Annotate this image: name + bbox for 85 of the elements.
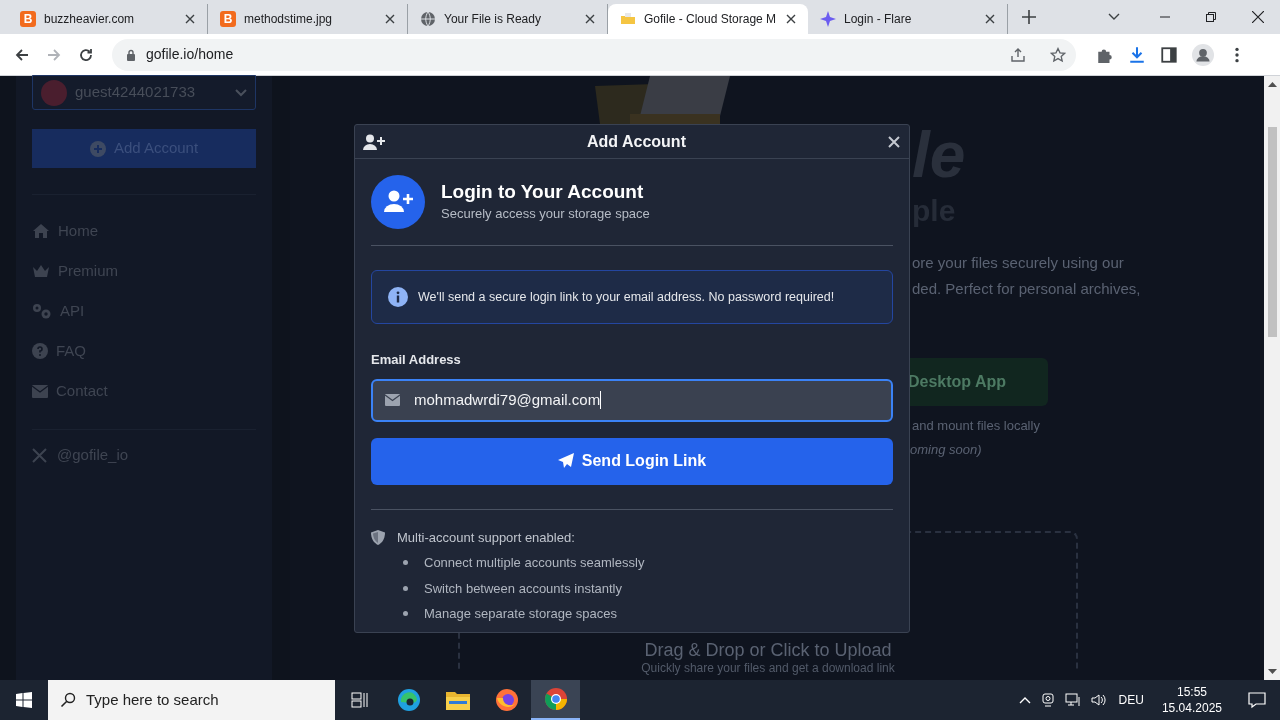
dialog-subheading: Securely access your storage space	[441, 205, 650, 224]
url-text: gofile.io/home	[146, 45, 235, 64]
bullet-icon	[403, 560, 408, 566]
close-icon[interactable]	[985, 14, 995, 24]
lock-icon	[126, 48, 136, 61]
envelope-icon	[32, 384, 48, 398]
desktop-note: and mount files locally	[912, 417, 1040, 435]
paper-plane-icon	[557, 453, 574, 469]
restore-icon[interactable]	[1206, 12, 1216, 22]
address-bar[interactable]: gofile.io/home	[112, 38, 1076, 71]
crown-icon	[32, 263, 50, 279]
user-plus-icon	[363, 133, 385, 150]
dialog-title: Add Account	[586, 131, 687, 152]
shield-icon	[371, 529, 385, 545]
favicon: B	[220, 11, 236, 27]
hero-description: ore your files securely using our	[912, 254, 1125, 272]
bullet-icon	[403, 611, 408, 617]
tab-title: Gofile - Cloud Storage M	[644, 11, 778, 28]
taskbar-search-field[interactable]: Type here to search	[48, 680, 335, 720]
scroll-down-icon[interactable]	[1267, 669, 1277, 675]
desktop-status: oming soon)	[910, 440, 982, 459]
tab-title: Your File is Ready	[444, 11, 542, 28]
info-text: We'll send a secure login link to your email address. No password required!	[418, 288, 835, 306]
close-icon[interactable]	[786, 14, 796, 24]
clock-date: 15.04.2025	[1161, 700, 1222, 716]
chrome-icon	[543, 687, 568, 711]
side-panel-icon[interactable]	[1160, 45, 1178, 64]
profile-icon[interactable]	[1192, 43, 1214, 66]
folder-icon	[445, 690, 470, 710]
share-icon[interactable]	[1010, 46, 1026, 63]
upload-title: Drag & Drop or Click to Upload	[644, 639, 892, 661]
house-icon	[32, 223, 50, 239]
download-icon[interactable]	[1128, 45, 1146, 64]
close-icon[interactable]	[385, 14, 395, 24]
language-indicator[interactable]: DEU	[1118, 691, 1144, 709]
plus-circle-icon	[89, 140, 106, 157]
webcam-icon[interactable]	[1040, 693, 1055, 707]
firefox-icon	[494, 688, 519, 712]
search-icon	[60, 692, 76, 708]
scrollbar-thumb[interactable]	[1267, 127, 1277, 337]
taskbar-app[interactable]	[531, 680, 580, 720]
folder-icon	[620, 11, 636, 27]
feature-text: Connect multiple accounts seamlessly	[424, 554, 645, 572]
send-login-link-button[interactable]: Send Login Link	[371, 437, 893, 485]
bookmark-star-icon[interactable]	[1050, 46, 1066, 63]
chevron-up-icon[interactable]	[1018, 696, 1031, 704]
notification-icon[interactable]	[1248, 691, 1266, 709]
globe-icon	[420, 11, 436, 27]
close-icon[interactable]	[585, 14, 595, 24]
info-icon	[388, 287, 408, 307]
envelope-icon	[385, 394, 400, 406]
edge-icon	[396, 688, 421, 712]
task-view-icon	[350, 692, 369, 708]
new-tab-icon[interactable]	[1022, 10, 1036, 24]
email-input-field[interactable]: mohmadwrdi79@gmail.com	[371, 378, 893, 422]
dialog-heading: Login to Your Account	[441, 180, 645, 205]
upload-hint: Quickly share your files and get a download link	[641, 662, 895, 675]
scroll-up-icon[interactable]	[1267, 81, 1277, 87]
x-logo-icon	[32, 447, 47, 463]
tab-title: methodstime.jpg	[244, 11, 334, 28]
bullet-icon	[403, 585, 408, 591]
email-value: mohmadwrdi79@gmail.com	[414, 389, 601, 410]
sparkle-icon	[820, 11, 836, 27]
browser-tab[interactable]: Gofile - Cloud Storage M	[608, 4, 808, 34]
clock[interactable]: 15:55 15.04.2025	[1161, 684, 1222, 716]
feature-text: Switch between accounts instantly	[424, 579, 622, 598]
tab-search-icon[interactable]	[1108, 13, 1120, 21]
speaker-icon[interactable]	[1090, 693, 1107, 707]
features-title: Multi-account support enabled:	[397, 528, 575, 547]
network-icon[interactable]	[1064, 693, 1081, 707]
clock-time: 15:55	[1176, 684, 1207, 700]
feature-text: Manage separate storage spaces	[424, 605, 617, 623]
user-plus-avatar-icon	[371, 175, 425, 229]
tab-title: Login - Flare	[844, 11, 913, 28]
text-cursor	[600, 391, 602, 409]
search-placeholder: Type here to search	[86, 689, 219, 710]
avatar-icon	[41, 79, 67, 106]
hero-description: ded. Perfect for personal archives,	[912, 280, 1141, 298]
field-label: Email Address	[371, 351, 462, 369]
question-circle-icon	[32, 343, 48, 359]
close-window-icon[interactable]	[1252, 11, 1264, 23]
close-icon[interactable]	[185, 14, 195, 24]
chevron-down-icon	[235, 88, 247, 97]
tab-title: buzzheavier.com	[44, 11, 136, 28]
favicon: B	[20, 11, 36, 27]
